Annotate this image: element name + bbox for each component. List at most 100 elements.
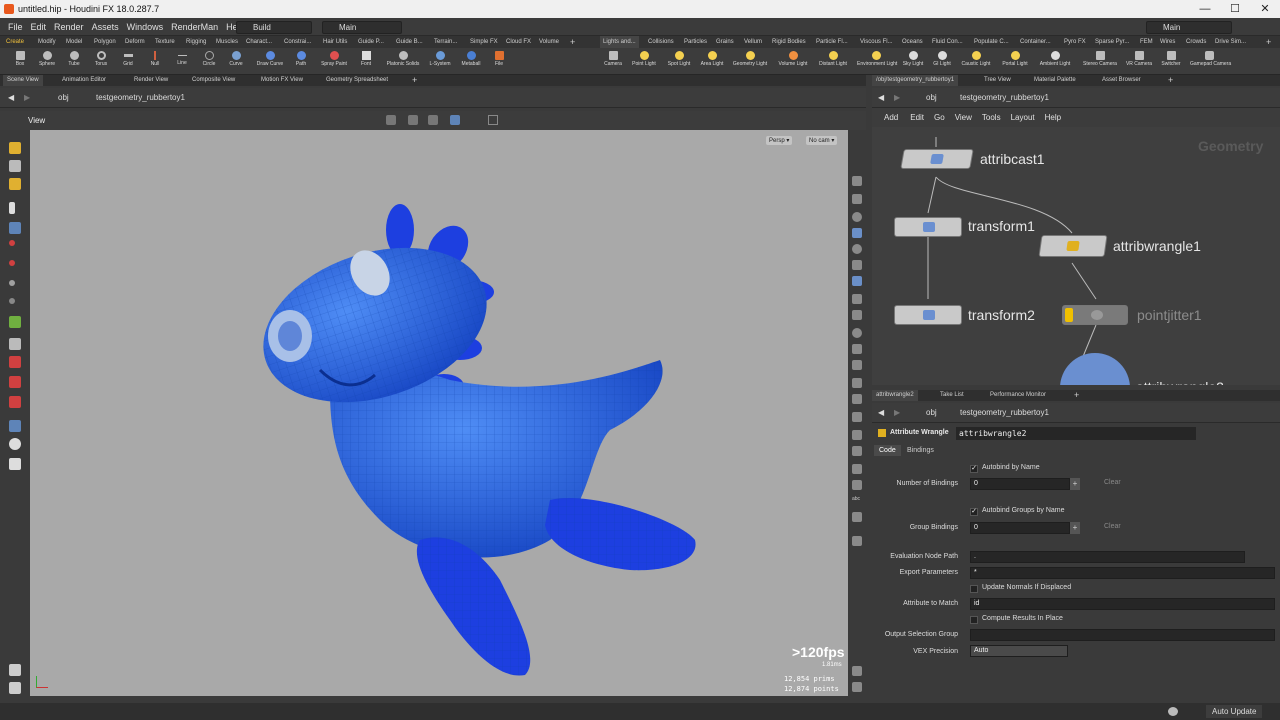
edit-icon[interactable]: [852, 344, 862, 354]
point-display-icon[interactable]: [852, 244, 862, 254]
face-icon[interactable]: [9, 338, 21, 350]
close-button[interactable]: ✕: [1250, 1, 1280, 17]
update-normals-checkbox[interactable]: [970, 585, 978, 593]
tab-motion-fx-view[interactable]: Motion FX View: [257, 75, 307, 86]
snapshot-icon[interactable]: [852, 512, 862, 522]
tab-composite-view[interactable]: Composite View: [188, 75, 239, 86]
add-shelf-icon[interactable]: +: [570, 36, 575, 48]
node-transform2[interactable]: [894, 305, 962, 325]
horseshoe-icon[interactable]: [9, 396, 21, 408]
add-binding-icon[interactable]: +: [1070, 478, 1080, 490]
shelf-tab[interactable]: Polygon: [94, 36, 116, 48]
tool-stereo-camera[interactable]: Stereo Camera: [1083, 50, 1117, 74]
node-transform1[interactable]: [894, 217, 962, 237]
network-editor[interactable]: Geometry attribcast1 transform1 attribwr…: [872, 127, 1280, 385]
brush-icon[interactable]: [9, 160, 21, 172]
minimize-button[interactable]: —: [1190, 1, 1220, 17]
select-tool-icon[interactable]: [386, 115, 396, 125]
autobind-groups-checkbox[interactable]: ✓: [970, 508, 978, 516]
viewport-layout-icon[interactable]: [852, 666, 862, 676]
forward-arrow-icon[interactable]: ▶: [24, 93, 30, 102]
attr-match-field[interactable]: id: [970, 598, 1275, 610]
axis-icon[interactable]: [9, 664, 21, 676]
tool-camera[interactable]: Camera: [600, 50, 626, 74]
camera-menu[interactable]: No cam ▾: [806, 136, 838, 145]
tool-file[interactable]: File: [486, 50, 512, 74]
shelf-tab[interactable]: Create: [6, 36, 24, 48]
net-forward-icon[interactable]: ▶: [894, 93, 900, 102]
hull-icon[interactable]: [852, 378, 862, 388]
shelf-tab[interactable]: Cloud FX: [506, 36, 531, 48]
shelf-tab[interactable]: Volume: [539, 36, 559, 48]
tool-spot-light[interactable]: Spot Light: [666, 50, 692, 74]
num-bindings-field[interactable]: 0: [970, 478, 1070, 490]
node-attribwrangle1[interactable]: [1038, 235, 1108, 257]
dot-icon[interactable]: [852, 328, 862, 338]
tool-volume-light[interactable]: Volume Light: [779, 50, 807, 74]
guide-icon[interactable]: [852, 294, 862, 304]
shelf-tab[interactable]: Rigging: [186, 36, 206, 48]
shelf-tab[interactable]: Vellum: [744, 36, 762, 48]
shelf-tab[interactable]: Charact...: [246, 36, 272, 48]
frame-icon[interactable]: [488, 115, 498, 125]
group-bindings-field[interactable]: 0: [970, 522, 1070, 534]
tab-material-palette[interactable]: Material Palette: [1030, 75, 1080, 86]
shelf-tab[interactable]: Container...: [1020, 36, 1051, 48]
magnet-icon[interactable]: [9, 356, 21, 368]
tab-geometry-spreadsheet[interactable]: Geometry Spreadsheet: [322, 75, 392, 86]
menu-render[interactable]: Render: [54, 22, 84, 32]
shelf-tab[interactable]: Modify: [38, 36, 56, 48]
net-menu-layout[interactable]: Layout: [1011, 113, 1035, 122]
viewport-layout2-icon[interactable]: [852, 682, 862, 692]
tool-draw-curve[interactable]: Draw Curve: [257, 50, 283, 74]
shelf-tab[interactable]: Lights and...: [600, 36, 639, 48]
shelf-tab[interactable]: Viscous Fl...: [860, 36, 893, 48]
autobind-name-checkbox[interactable]: ✓: [970, 465, 978, 473]
handle-tool-icon[interactable]: [450, 115, 460, 125]
shelf-tab[interactable]: FEM: [1140, 36, 1153, 48]
tab-bindings[interactable]: Bindings: [904, 445, 937, 456]
vector-icon[interactable]: [852, 310, 862, 320]
shelf-tab[interactable]: Guide P...: [358, 36, 384, 48]
path-node[interactable]: testgeometry_rubbertoy1: [96, 93, 185, 102]
shelf-tab[interactable]: Grains: [716, 36, 734, 48]
shelf-tab[interactable]: Crowds: [1186, 36, 1206, 48]
node-attribcast1[interactable]: [900, 149, 974, 169]
vex-precision-select[interactable]: Auto: [970, 645, 1068, 657]
net-menu-tools[interactable]: Tools: [982, 113, 1001, 122]
shelf-tab[interactable]: Terrain...: [434, 36, 457, 48]
tool-gamepad-camera[interactable]: Gamepad Camera: [1190, 50, 1231, 74]
node-pointjitter1[interactable]: [1062, 305, 1128, 325]
vertex-icon[interactable]: [9, 298, 15, 304]
select-mode-icon[interactable]: [9, 142, 21, 154]
net-menu-help[interactable]: Help: [1045, 113, 1061, 122]
shelf-tab[interactable]: Fluid Con...: [932, 36, 963, 48]
tool-environment-light[interactable]: Environment Light: [857, 50, 897, 74]
net-path-node[interactable]: testgeometry_rubbertoy1: [960, 93, 1049, 102]
tab-animation-editor[interactable]: Animation Editor: [58, 75, 110, 86]
paint-icon[interactable]: [9, 178, 21, 190]
tab-asset-browser[interactable]: Asset Browser: [1098, 75, 1145, 86]
shelf-tab[interactable]: Rigid Bodies: [772, 36, 806, 48]
param-back-icon[interactable]: ◀: [878, 408, 884, 417]
mask-icon[interactable]: [852, 464, 862, 474]
background-icon[interactable]: [852, 536, 862, 546]
add-shelf-right-icon[interactable]: +: [1266, 36, 1271, 48]
shelf-tab[interactable]: Particle Fl...: [816, 36, 848, 48]
camera-tool-icon[interactable]: [9, 438, 21, 450]
flag-icon[interactable]: [852, 394, 862, 404]
shelf-tab[interactable]: Particles: [684, 36, 707, 48]
param-path-root[interactable]: obj: [926, 408, 937, 417]
shelf-tab[interactable]: Pyro FX: [1064, 36, 1086, 48]
tab-code[interactable]: Code: [874, 445, 901, 456]
tool-ambient-light[interactable]: Ambient Light: [1040, 50, 1070, 74]
tool-portal-light[interactable]: Portal Light: [1002, 50, 1028, 74]
tool-point-light[interactable]: Point Light: [631, 50, 657, 74]
add-group-binding-icon[interactable]: +: [1070, 522, 1080, 534]
net-menu-add[interactable]: Add: [884, 113, 898, 122]
menu-file[interactable]: File: [8, 22, 23, 32]
add-tab-icon[interactable]: +: [408, 75, 421, 86]
pointer-icon[interactable]: [9, 202, 15, 214]
viewport-3d[interactable]: Persp ▾ No cam ▾ >120fps 1.81ms 12,854 p…: [30, 130, 848, 696]
add-network-tab-icon[interactable]: +: [1164, 75, 1177, 86]
